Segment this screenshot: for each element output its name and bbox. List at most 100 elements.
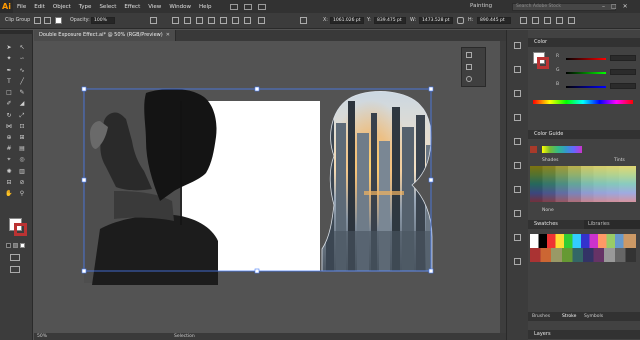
slice-tool-icon[interactable]: ⊘ [18,179,26,186]
magic-wand-tool-icon[interactable]: ✦ [5,55,13,62]
width-field[interactable]: 1473.528 pt [419,17,453,24]
g-field[interactable] [610,69,636,75]
color-spectrum-bar[interactable] [533,100,633,104]
close-tab-icon[interactable]: ✕ [166,30,170,41]
menu-file[interactable]: File [13,4,30,10]
graphic-styles-icon[interactable] [466,64,472,70]
color-panel-tab[interactable]: Color [528,38,640,47]
menu-view[interactable]: View [144,4,165,10]
selection-tool-icon[interactable]: ➤ [5,44,13,51]
pen-tool-icon[interactable]: ✒ [5,67,13,74]
zoom-level[interactable]: 50% [37,334,47,339]
type-tool-icon[interactable]: T [5,78,13,85]
paintbrush-tool-icon[interactable]: ✎ [18,89,26,96]
appearance-panel-icon[interactable] [514,234,521,241]
none-mode-icon[interactable] [20,243,25,248]
recolor-artwork-icon[interactable] [150,17,157,24]
edit-clipping-path-icon[interactable] [34,17,41,24]
stroke-icon[interactable] [514,162,521,169]
color-guide-icon[interactable] [514,66,521,73]
flip-vertical-icon[interactable] [544,17,551,24]
rotate-tool-icon[interactable]: ↻ [5,112,13,119]
libraries-tab[interactable]: Libraries [584,220,640,229]
hand-tool-icon[interactable]: ✋ [5,190,13,197]
menu-type[interactable]: Type [75,4,96,10]
menu-edit[interactable]: Edit [30,4,49,10]
shaper-tool-icon[interactable]: ✐ [5,100,13,107]
transform-again-icon[interactable] [520,17,527,24]
color-guide-variations[interactable] [530,166,636,202]
y-field[interactable]: 839.475 pt [374,17,406,24]
close-icon[interactable]: ✕ [623,3,628,10]
symbol-sprayer-tool-icon[interactable]: ✺ [5,168,13,175]
align-icon[interactable] [172,17,179,24]
bridge-icon[interactable] [230,3,238,10]
menu-object[interactable]: Object [49,4,75,10]
gradient-mode-icon[interactable] [13,243,18,248]
base-color-swatch[interactable] [530,146,537,153]
rectangle-tool-icon[interactable]: □ [5,89,13,96]
height-field[interactable]: 890.445 pt [477,17,511,24]
direct-selection-tool-icon[interactable]: ↖ [18,44,26,51]
stock-search-input[interactable]: Search Adobe Stock [512,3,616,11]
layers-panel-icon[interactable] [514,258,521,265]
opacity-field[interactable]: 100% [91,17,115,24]
align-middle-icon[interactable] [232,17,239,24]
align-top-icon[interactable] [220,17,227,24]
symbols-icon[interactable] [514,138,521,145]
flip-icon[interactable] [532,17,539,24]
symbols-tab[interactable]: Symbols [584,312,603,321]
arrange-documents-icon[interactable] [244,3,252,10]
free-transform-tool-icon[interactable]: ⊡ [18,123,26,130]
align-bottom-icon[interactable] [244,17,251,24]
swatches-tab[interactable]: Swatches [528,220,584,229]
align-center-icon[interactable] [196,17,203,24]
column-graph-tool-icon[interactable]: ▥ [18,168,26,175]
artwork[interactable] [34,41,506,334]
x-field[interactable]: 1061.026 pt [330,17,364,24]
appearance-icon[interactable] [466,52,472,58]
transparency-icon[interactable] [466,76,472,82]
r-slider[interactable] [566,58,606,60]
b-slider[interactable] [566,86,606,88]
draw-mode-icon[interactable] [10,254,20,261]
constrain-proportions-icon[interactable] [457,17,464,24]
isolate-icon[interactable] [568,17,575,24]
gpu-performance-icon[interactable] [258,3,266,10]
menu-window[interactable]: Window [165,4,195,10]
transform-icon[interactable] [300,17,307,24]
width-tool-icon[interactable]: ⋈ [5,123,13,130]
menu-effect[interactable]: Effect [120,4,144,10]
brushes-tab[interactable]: Brushes [532,312,550,321]
artboard-tool-icon[interactable]: ⊟ [5,179,13,186]
menu-help[interactable]: Help [195,4,216,10]
gradient-icon[interactable] [514,186,521,193]
harmony-colors[interactable] [542,146,582,153]
fill-swatch-icon[interactable] [55,17,62,24]
transparency-panel-icon[interactable] [514,210,521,217]
brushes-icon[interactable] [514,114,521,121]
blend-tool-icon[interactable]: ◎ [18,156,26,163]
perspective-grid-tool-icon[interactable]: ⊞ [18,134,26,141]
stroke-color-icon[interactable] [14,223,27,236]
shape-builder-tool-icon[interactable]: ⊕ [5,134,13,141]
line-tool-icon[interactable]: ╱ [18,78,26,85]
r-field[interactable] [610,55,636,61]
align-right-icon[interactable] [208,17,215,24]
reference-point-icon[interactable] [258,17,265,24]
curvature-tool-icon[interactable]: ∿ [18,67,26,74]
color-panel-icon[interactable] [514,42,521,49]
stroke-tab[interactable]: Stroke [562,312,576,321]
zoom-tool-icon[interactable]: ⚲ [18,190,26,197]
edit-contents-icon[interactable] [44,17,51,24]
layers-tab[interactable]: Layers [528,330,640,339]
color-stroke-swatch[interactable] [537,57,549,69]
maximize-icon[interactable]: □ [611,3,617,10]
b-field[interactable] [610,83,636,89]
align-left-icon[interactable] [184,17,191,24]
eyedropper-tool-icon[interactable]: ⌖ [5,156,13,163]
screen-mode-icon[interactable] [10,266,20,273]
document-tab[interactable]: Double Exposure Effect.ai* @ 50% (RGB/Pr… [34,30,176,41]
menu-select[interactable]: Select [95,4,120,10]
g-slider[interactable] [566,72,606,74]
